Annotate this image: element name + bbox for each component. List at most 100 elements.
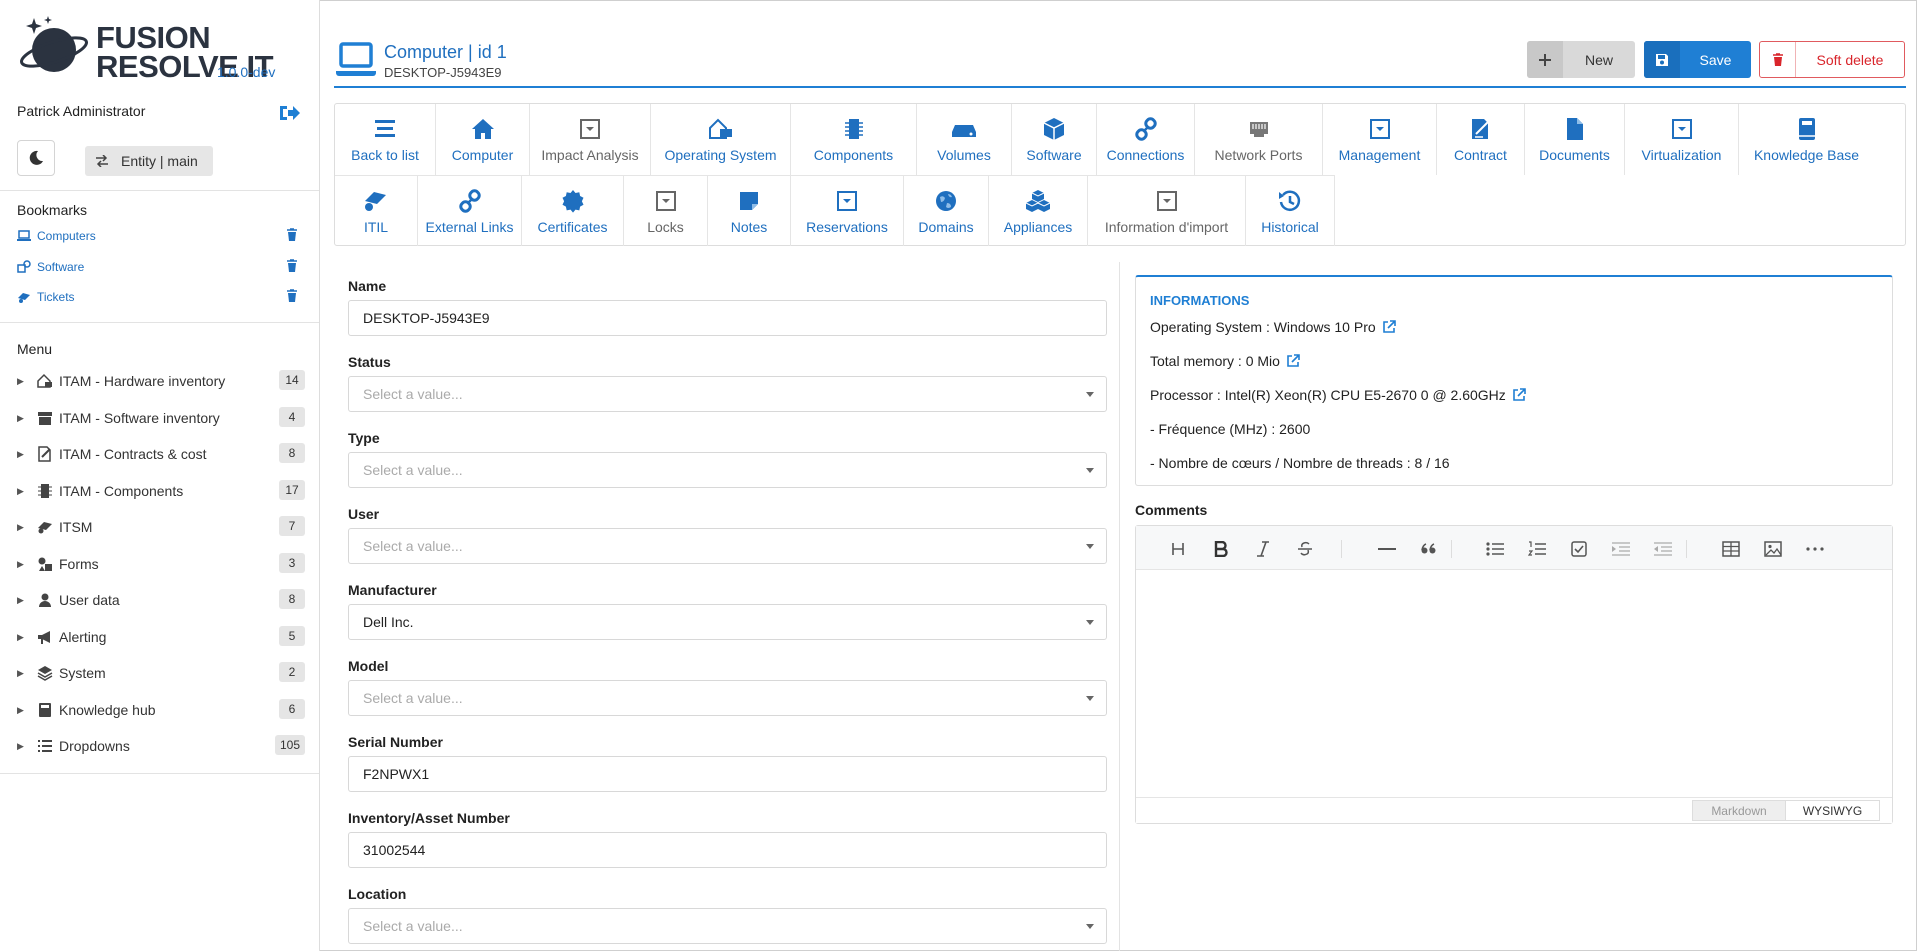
menu-item-software-inventory[interactable]: ▶ ITAM - Software inventory 4: [17, 404, 305, 432]
model-select[interactable]: Select a value...: [348, 680, 1107, 716]
bookmark-computers[interactable]: Computers: [17, 228, 300, 244]
tab-appliances[interactable]: Appliances: [989, 175, 1088, 246]
heading-icon[interactable]: [1166, 538, 1190, 560]
cubes-icon: [1024, 187, 1052, 215]
ethernet-icon: [1245, 115, 1273, 143]
menu-count-badge: 7: [279, 516, 305, 536]
tickets-icon: [362, 187, 390, 215]
menu-item-hardware-inventory[interactable]: ▶ ITAM - Hardware inventory 14: [17, 367, 305, 395]
bullet-list-icon[interactable]: [1483, 538, 1507, 560]
menu-item-alerting[interactable]: ▶ Alerting 5: [17, 623, 305, 651]
tab-locks[interactable]: Locks: [624, 175, 708, 246]
entity-switch-button[interactable]: Entity | main: [85, 146, 213, 176]
save-button[interactable]: Save: [1644, 41, 1751, 78]
table-icon[interactable]: [1719, 538, 1743, 560]
italic-icon[interactable]: [1251, 538, 1275, 560]
list-icon: [371, 115, 399, 143]
tab-historical[interactable]: Historical: [1246, 175, 1335, 246]
bookmark-tickets[interactable]: Tickets: [17, 289, 300, 305]
tab-bar: Back to list Computer Impact Analysis Op…: [334, 103, 1906, 246]
status-label: Status: [348, 354, 391, 370]
image-icon[interactable]: [1761, 538, 1785, 560]
tab-volumes[interactable]: Volumes: [917, 104, 1012, 175]
chevron-down-icon: [1086, 392, 1094, 397]
menu-item-dropdowns[interactable]: ▶ Dropdowns 105: [17, 732, 305, 760]
wysiwyg-mode-tab[interactable]: WYSIWYG: [1786, 800, 1880, 821]
user-select[interactable]: Select a value...: [348, 528, 1107, 564]
tab-network-ports[interactable]: Network Ports: [1195, 104, 1323, 175]
tab-certificates[interactable]: Certificates: [522, 175, 624, 246]
tab-notes[interactable]: Notes: [708, 175, 791, 246]
info-frequency: - Fréquence (MHz) : 2600: [1150, 421, 1311, 437]
tab-knowledge-base[interactable]: Knowledge Base: [1739, 104, 1874, 175]
inventory-field[interactable]: 31002544: [348, 832, 1107, 868]
external-link-icon[interactable]: [1382, 320, 1396, 334]
tab-label: Management: [1338, 147, 1421, 163]
logout-icon[interactable]: [278, 103, 300, 123]
dropdown-box-icon: [1366, 115, 1394, 143]
location-select[interactable]: Select a value...: [348, 908, 1107, 944]
menu-item-contracts-cost[interactable]: ▶ ITAM - Contracts & cost 8: [17, 440, 305, 468]
bold-icon[interactable]: [1209, 538, 1233, 560]
tab-documents[interactable]: Documents: [1525, 104, 1625, 175]
tab-reservations[interactable]: Reservations: [791, 175, 904, 246]
tab-information-import[interactable]: Information d'import: [1088, 175, 1246, 246]
manufacturer-value: Dell Inc.: [363, 614, 414, 630]
serial-field[interactable]: F2NPWX1: [348, 756, 1107, 792]
type-select[interactable]: Select a value...: [348, 452, 1107, 488]
tab-virtualization[interactable]: Virtualization: [1625, 104, 1739, 175]
outdent-icon[interactable]: [1651, 538, 1675, 560]
numbered-list-icon[interactable]: [1525, 538, 1549, 560]
more-options-icon[interactable]: [1803, 538, 1827, 560]
tab-itil[interactable]: ITIL: [335, 175, 418, 246]
name-field[interactable]: DESKTOP-J5943E9: [348, 300, 1107, 336]
app-logo[interactable]: FUSION RESOLVE IT 1.0.0-dev: [18, 14, 288, 84]
tab-management[interactable]: Management: [1323, 104, 1437, 175]
menu-count-badge: 17: [279, 480, 305, 500]
tab-contract[interactable]: Contract: [1437, 104, 1525, 175]
tab-computer[interactable]: Computer: [436, 104, 530, 175]
dark-mode-toggle[interactable]: [17, 140, 55, 176]
external-link-icon[interactable]: [1286, 354, 1300, 368]
tab-external-links[interactable]: External Links: [418, 175, 522, 246]
tab-software[interactable]: Software: [1012, 104, 1097, 175]
soft-delete-button[interactable]: Soft delete: [1759, 41, 1905, 78]
info-processor: Processor : Intel(R) Xeon(R) CPU E5-2670…: [1150, 387, 1526, 403]
tab-components[interactable]: Components: [791, 104, 917, 175]
trash-icon[interactable]: [286, 228, 300, 242]
dropdown-box-icon: [833, 187, 861, 215]
tab-back-to-list[interactable]: Back to list: [335, 104, 436, 175]
caret-right-icon: ▶: [17, 594, 24, 605]
tab-domains[interactable]: Domains: [904, 175, 989, 246]
inventory-label: Inventory/Asset Number: [348, 810, 510, 826]
hardware-icon: [37, 373, 53, 389]
menu-item-knowledge-hub[interactable]: ▶ Knowledge hub 6: [17, 696, 305, 724]
menu-label: Forms: [59, 556, 99, 572]
status-select[interactable]: Select a value...: [348, 376, 1107, 412]
menu-item-forms[interactable]: ▶ Forms 3: [17, 550, 305, 578]
external-link-icon[interactable]: [1512, 388, 1526, 402]
file-icon: [1561, 115, 1589, 143]
bookmark-software[interactable]: Software: [17, 259, 300, 275]
tab-connections[interactable]: Connections: [1097, 104, 1195, 175]
horizontal-rule-icon[interactable]: [1375, 538, 1399, 560]
strikethrough-icon[interactable]: [1293, 538, 1317, 560]
new-button[interactable]: New: [1527, 41, 1635, 78]
trash-icon[interactable]: [286, 259, 300, 273]
task-list-icon[interactable]: [1567, 538, 1591, 560]
menu-item-components[interactable]: ▶ ITAM - Components 17: [17, 477, 305, 505]
trash-icon[interactable]: [286, 289, 300, 303]
menu-item-user-data[interactable]: ▶ User data 8: [17, 586, 305, 614]
menu-item-system[interactable]: ▶ System 2: [17, 659, 305, 687]
indent-icon[interactable]: [1609, 538, 1633, 560]
menu-item-itsm[interactable]: ▶ ITSM 7: [17, 513, 305, 541]
tab-operating-system[interactable]: Operating System: [651, 104, 791, 175]
quote-icon[interactable]: [1417, 538, 1441, 560]
tab-impact-analysis[interactable]: Impact Analysis: [530, 104, 651, 175]
markdown-mode-tab[interactable]: Markdown: [1692, 800, 1786, 821]
manufacturer-select[interactable]: Dell Inc.: [348, 604, 1107, 640]
list-icon: [37, 738, 53, 754]
save-button-label: Save: [1699, 51, 1732, 68]
caret-right-icon: ▶: [17, 667, 24, 678]
editor-footer: Markdown WYSIWYG: [1136, 797, 1892, 823]
